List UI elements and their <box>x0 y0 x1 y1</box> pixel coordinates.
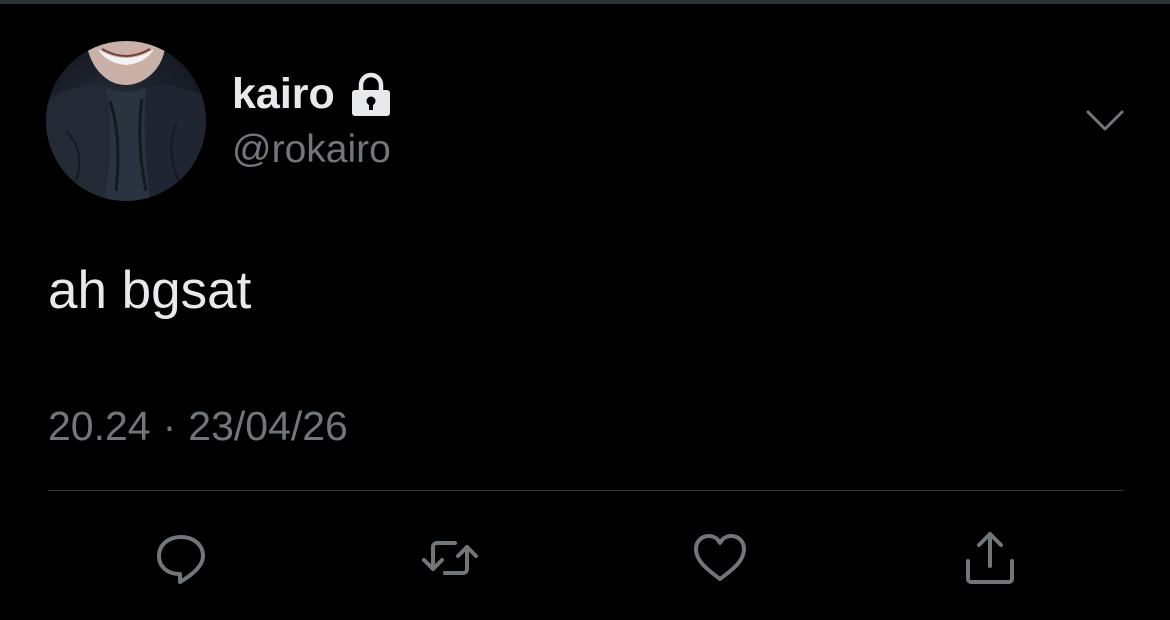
avatar-photo <box>46 41 206 201</box>
share-button[interactable] <box>960 528 1020 588</box>
like-button[interactable] <box>690 528 750 588</box>
author-display-name[interactable]: kairo <box>232 68 335 120</box>
tweet-text: ah bgsat <box>48 261 252 320</box>
tweet-timestamp[interactable]: 20.24 · 23/04/26 <box>48 400 348 452</box>
reply-button[interactable] <box>151 528 211 588</box>
reply-icon <box>157 535 205 584</box>
retweet-button[interactable] <box>420 528 480 588</box>
tweet-time: 20.24 <box>48 403 151 449</box>
author-display-name-row[interactable]: kairo <box>232 68 393 120</box>
top-divider <box>0 0 1170 4</box>
retweet-icon <box>422 541 478 575</box>
avatar[interactable] <box>46 41 206 201</box>
share-icon <box>966 532 1014 584</box>
actions-divider <box>48 490 1124 491</box>
meta-separator: · <box>162 403 177 449</box>
author-handle[interactable]: @rokairo <box>232 126 391 174</box>
tweet-date: 23/04/26 <box>188 403 348 449</box>
chevron-down-icon[interactable] <box>1086 108 1124 134</box>
heart-icon <box>694 534 746 581</box>
lock-icon <box>349 70 393 118</box>
